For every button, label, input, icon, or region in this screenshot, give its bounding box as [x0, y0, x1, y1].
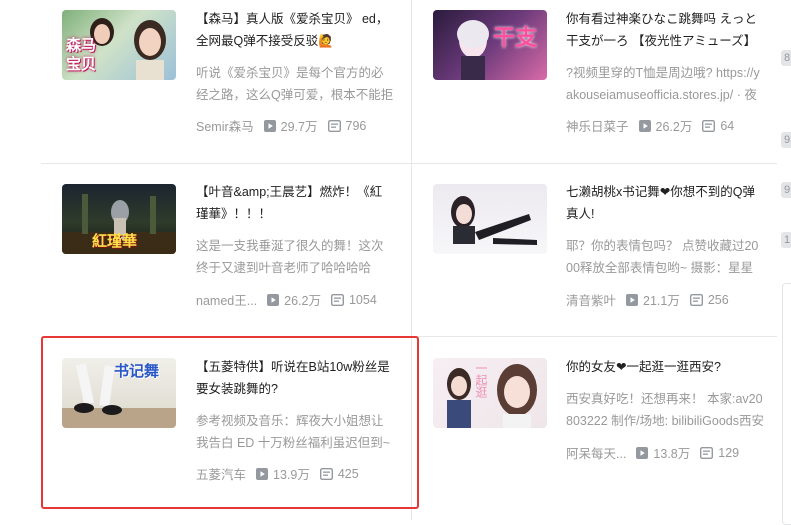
video-thumbnail[interactable]: 一起逛 — [433, 358, 547, 428]
side-rank-chip[interactable]: 9 — [781, 182, 791, 198]
thumbnail-caption: 紅瑾華 — [92, 233, 138, 250]
side-rank-chip[interactable]: 8 — [781, 50, 791, 66]
video-thumbnail[interactable]: 紅瑾華 — [62, 184, 176, 254]
play-count-icon — [636, 446, 649, 459]
play-count-icon — [626, 293, 639, 306]
video-card[interactable]: 紅瑾華 【叶音&amp;王晨艺】燃炸！《紅瑾華》！！！ 这是一支我垂涎了很久的舞… — [0, 163, 411, 336]
video-meta: 阿呆每天... 13.8万 129 — [566, 443, 739, 462]
play-count: 29.7万 — [280, 120, 318, 134]
comment-count-icon — [702, 119, 716, 132]
video-card[interactable]: 一起逛 你的女友❤一起逛一逛西安? 西安真好吃！还想再来！ 本家:av20803… — [411, 336, 791, 520]
play-count: 26.2万 — [655, 120, 693, 134]
video-thumbnail[interactable]: 干支 — [433, 10, 547, 80]
author-name[interactable]: 清音紫叶 — [566, 290, 616, 309]
video-title[interactable]: 【森马】真人版《爱杀宝贝》 ed，全网最Q弹不接受反驳🙋 — [196, 8, 394, 52]
play-count: 21.1万 — [643, 294, 680, 308]
thumbnail-caption: 干支 — [493, 25, 538, 50]
comment-count: 64 — [720, 118, 735, 133]
comment-count-icon — [330, 293, 344, 306]
comment-count-icon — [689, 293, 703, 306]
video-meta: 神乐日菜子 26.2万 64 — [566, 116, 734, 135]
video-grid: 森马 宝贝 【森马】真人版《爱杀宝贝》 ed，全网最Q弹不接受反驳🙋 听说《爱杀… — [0, 0, 791, 525]
video-description: 听说《爱杀宝贝》是每个官方的必经之路，这么Q弹可爱，根本不能拒 — [196, 66, 394, 102]
video-meta: Semir森马 29.7万 796 — [196, 116, 366, 135]
author-name[interactable]: Semir森马 — [196, 116, 254, 135]
side-rank-chip[interactable]: 1 — [781, 232, 791, 248]
author-name[interactable]: named王... — [196, 290, 257, 309]
video-card[interactable]: 干支 你有看过神楽ひなこ跳舞吗 えっと干支が一ろ 【夜光性アミューズ】【神 ?视… — [411, 0, 791, 163]
video-title[interactable]: 【叶音&amp;王晨艺】燃炸！《紅瑾華》！！！ — [196, 181, 394, 225]
comment-count: 129 — [718, 445, 740, 460]
play-count: 13.8万 — [653, 447, 691, 461]
video-description: 西安真好吃！还想再来！ 本家:av20803222 制作/场地: bilibil… — [566, 392, 764, 428]
video-thumbnail[interactable]: 森马 宝贝 — [62, 10, 176, 80]
video-card[interactable]: 森马 宝贝 【森马】真人版《爱杀宝贝》 ed，全网最Q弹不接受反驳🙋 听说《爱杀… — [0, 0, 411, 163]
video-meta: 清音紫叶 21.1万 256 — [566, 290, 729, 309]
video-title[interactable]: 七濑胡桃x书记舞❤你想不到的Q弹真人! — [566, 181, 764, 225]
author-name[interactable]: 神乐日菜子 — [566, 116, 629, 135]
comment-count: 796 — [345, 118, 367, 133]
video-meta: named王... 26.2万 1054 — [196, 290, 377, 309]
video-thumbnail[interactable] — [433, 184, 547, 254]
comment-count-icon — [700, 446, 714, 459]
video-card[interactable]: 七濑胡桃x书记舞❤你想不到的Q弹真人! 耶？你的表情包吗？ 点赞收藏过2000释… — [411, 163, 791, 336]
comment-count-icon — [327, 119, 341, 132]
play-count-icon — [263, 119, 276, 132]
author-name[interactable]: 阿呆每天... — [566, 443, 626, 462]
video-title[interactable]: 你的女友❤一起逛一逛西安? — [566, 356, 764, 378]
play-count: 26.2万 — [284, 294, 321, 308]
side-rank-chip[interactable]: 9 — [781, 132, 791, 148]
highlight-box — [41, 336, 419, 509]
comment-count: 1054 — [348, 292, 377, 307]
video-title[interactable]: 你有看过神楽ひなこ跳舞吗 えっと干支が一ろ 【夜光性アミューズ】【神 — [566, 8, 764, 52]
thumbnail-caption: 一起逛 — [474, 362, 488, 398]
video-description: ?视频里穿的T恤是周边哦? https://yakouseiamuseoffic… — [566, 66, 760, 102]
thumbnail-caption: 森马 宝贝 — [66, 37, 97, 73]
video-description: 耶？你的表情包吗？ 点赞收藏过2000释放全部表情包哟~ 摄影：星星 — [566, 239, 759, 275]
comment-count: 256 — [707, 292, 729, 307]
side-panel — [782, 283, 791, 525]
play-count-icon — [638, 119, 651, 132]
video-description: 这是一支我垂涎了很久的舞！这次终于又逮到叶音老师了哈哈哈哈哈！感 — [196, 239, 384, 275]
play-count-icon — [267, 293, 280, 306]
